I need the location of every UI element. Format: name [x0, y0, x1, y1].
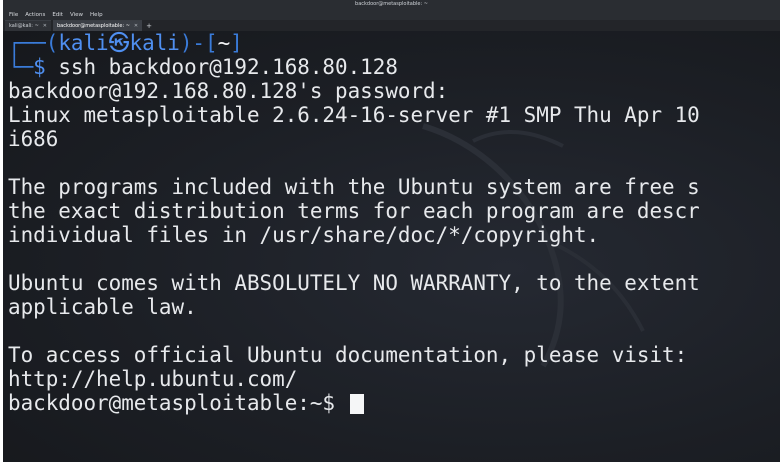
- final-prompt: backdoor@metasploitable:~$: [8, 391, 348, 415]
- output-line: applicable law.: [8, 295, 197, 319]
- output-line: backdoor@192.168.80.128's password:: [8, 79, 449, 103]
- prompt-host: kali: [129, 31, 180, 55]
- new-tab-icon[interactable]: +: [142, 20, 156, 31]
- terminal-output[interactable]: ┌──(kali㉿kali)-[~] └─$ ssh backdoor@192.…: [3, 31, 780, 462]
- tab-backdoor[interactable]: backdoor@metasploitable: ~ ✕: [52, 20, 143, 31]
- text-cursor: [349, 394, 364, 414]
- tab-kali[interactable]: kali@kali: ~ ✕: [5, 20, 51, 31]
- menu-view[interactable]: View: [69, 12, 84, 18]
- menu-help[interactable]: Help: [89, 12, 104, 18]
- output-line: individual files in /usr/share/doc/*/cop…: [8, 223, 600, 247]
- final-prompt-line: backdoor@metasploitable:~$: [8, 391, 364, 415]
- menu-bar: File Actions Edit View Help: [3, 10, 780, 20]
- prompt-header-line: ┌──(kali㉿kali)-[~]: [8, 31, 243, 55]
- tab-label: backdoor@metasploitable: ~: [56, 23, 130, 29]
- output-line: http://help.ubuntu.com/: [8, 367, 298, 391]
- tab-bar: kali@kali: ~ ✕ backdoor@metasploitable: …: [3, 20, 780, 31]
- tab-label: kali@kali: ~: [9, 23, 39, 29]
- output-line: To access official Ubuntu documentation,…: [8, 343, 688, 367]
- prompt-frame-close: ]: [230, 31, 243, 55]
- menu-edit[interactable]: Edit: [51, 12, 64, 18]
- output-line: The programs included with the Ubuntu sy…: [8, 175, 700, 199]
- title-bar: backdoor@metasploitable: ~: [3, 0, 780, 10]
- prompt-user: kali: [58, 31, 109, 55]
- output-line: i686: [8, 127, 59, 151]
- skull-icon: ㉿: [108, 31, 130, 55]
- prompt-dollar: $: [33, 55, 46, 79]
- close-icon[interactable]: ✕: [134, 23, 138, 29]
- output-line: Ubuntu comes with ABSOLUTELY NO WARRANTY…: [8, 271, 700, 295]
- prompt-frame-corner: └─: [8, 55, 34, 79]
- prompt-frame-mid: )-[: [179, 31, 218, 55]
- output-line: Linux metasploitable 2.6.24-16-server #1…: [8, 103, 700, 127]
- window-title: backdoor@metasploitable: ~: [355, 1, 428, 7]
- close-icon[interactable]: ✕: [43, 23, 47, 29]
- prompt-frame-open: ┌──(: [8, 31, 59, 55]
- ssh-command: ssh backdoor@192.168.80.128: [58, 55, 398, 79]
- terminal-window: backdoor@metasploitable: ~ File Actions …: [3, 0, 780, 462]
- prompt-dir: ~: [217, 31, 231, 55]
- output-line: the exact distribution terms for each pr…: [8, 199, 700, 223]
- menu-actions[interactable]: Actions: [24, 12, 46, 18]
- command-line: └─$ ssh backdoor@192.168.80.128: [8, 55, 398, 79]
- menu-file[interactable]: File: [8, 12, 19, 18]
